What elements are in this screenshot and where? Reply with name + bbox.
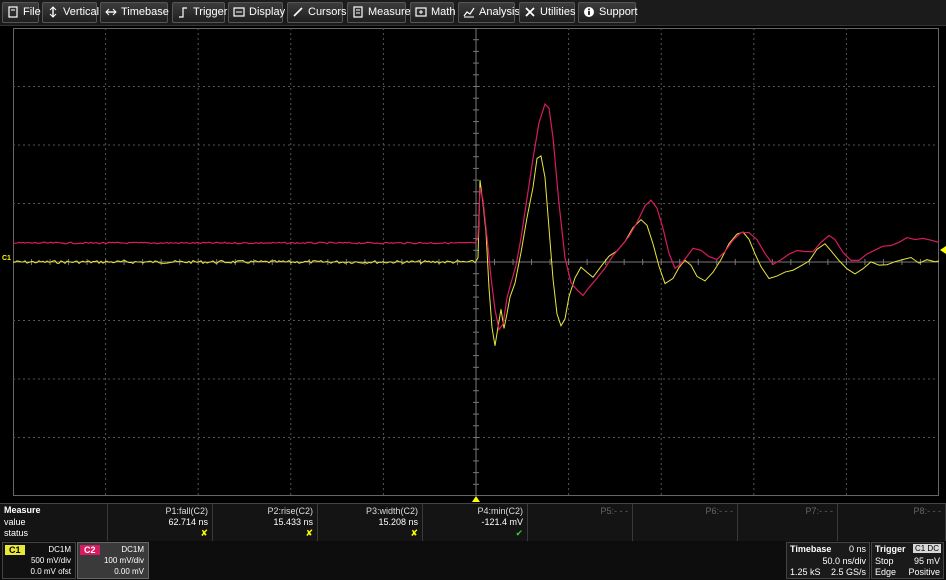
status-warning-icon: ✘ xyxy=(305,528,313,538)
measure-param-name: P5:- - - xyxy=(600,506,628,516)
descriptor-bar: C1 DC1M 500 mV/div 0.0 mV ofst C2 DC1M 1… xyxy=(0,541,946,580)
trigger-slope: Positive xyxy=(908,567,940,577)
measure-param-value: 15.208 ns xyxy=(378,517,418,527)
menu-timebase-label: Timebase xyxy=(121,6,169,18)
menu-file-label: File xyxy=(23,6,41,18)
measure-param-2[interactable]: P2:rise(C2) 15.433 ns ✘ xyxy=(213,504,318,541)
trigger-mode: Stop xyxy=(875,556,894,566)
measure-param-8[interactable]: P8:- - - xyxy=(838,504,946,541)
display-icon xyxy=(233,6,245,18)
measure-param-name: P6:- - - xyxy=(705,506,733,516)
c1-tag: C1 xyxy=(5,545,25,555)
menu-trigger-button[interactable]: Trigger xyxy=(172,2,228,23)
status-warning-icon: ✘ xyxy=(200,528,208,538)
measure-param-1[interactable]: P1:fall(C2) 62.714 ns ✘ xyxy=(108,504,213,541)
status-ok-icon: ✔ xyxy=(515,528,523,538)
math-icon xyxy=(415,6,427,18)
menu-measure-button[interactable]: Measure xyxy=(347,2,411,23)
waveform-grid[interactable] xyxy=(13,28,939,496)
menu-utilities-button[interactable]: Utilities xyxy=(519,2,575,23)
timebase-tdiv: 50.0 ns/div xyxy=(822,556,866,566)
menu-display-label: Display xyxy=(249,6,286,18)
measure-param-name: P1:fall(C2) xyxy=(165,506,208,516)
analysis-icon xyxy=(463,6,475,18)
file-icon xyxy=(7,6,19,18)
measure-param-name: P3:width(C2) xyxy=(365,506,418,516)
trigger-title: Trigger xyxy=(875,544,906,554)
measure-param-name: P8:- - - xyxy=(913,506,941,516)
c2-coupling: DC1M xyxy=(121,545,144,554)
menu-cursors-label: Cursors xyxy=(308,6,347,18)
c2-offset: 0.00 mV xyxy=(114,567,144,576)
measure-param-4[interactable]: P4:min(C2) -121.4 mV ✔ xyxy=(423,504,528,541)
c2-tag: C2 xyxy=(80,545,100,555)
menu-bar: File Vertical Timebase Trigger Display C… xyxy=(0,0,946,26)
measure-param-3[interactable]: P3:width(C2) 15.208 ns ✘ xyxy=(318,504,423,541)
menu-file-button[interactable]: File xyxy=(2,2,41,23)
measure-param-5[interactable]: P5:- - - xyxy=(528,504,633,541)
menu-cursors-button[interactable]: Cursors xyxy=(287,2,347,23)
menu-analysis-button[interactable]: Analysis xyxy=(458,2,520,23)
timebase-descriptor[interactable]: Timebase 0 ns 50.0 ns/div 1.25 kS 2.5 GS… xyxy=(786,542,870,579)
trigger-delay-marker[interactable] xyxy=(472,496,480,502)
menu-display-button[interactable]: Display xyxy=(228,2,286,23)
cursors-icon xyxy=(292,6,304,18)
menu-analysis-label: Analysis xyxy=(479,6,520,18)
c2-descriptor[interactable]: C2 DC1M 100 mV/div 0.00 mV xyxy=(77,542,149,579)
measure-param-6[interactable]: P6:- - - xyxy=(633,504,738,541)
timebase-rate: 2.5 GS/s xyxy=(830,567,866,577)
c1-offset: 0.0 mV ofst xyxy=(30,567,71,576)
c1-vdiv: 500 mV/div xyxy=(30,556,71,565)
trigger-type: Edge xyxy=(875,567,897,577)
measure-param-7[interactable]: P7:- - - xyxy=(738,504,838,541)
c1-descriptor[interactable]: C1 DC1M 500 mV/div 0.0 mV ofst xyxy=(2,542,76,579)
c1-coupling: DC1M xyxy=(48,545,71,554)
support-icon xyxy=(583,6,595,18)
measure-param-value: 62.714 ns xyxy=(168,517,208,527)
menu-support-button[interactable]: Support xyxy=(578,2,638,23)
trigger-level: 95 mV xyxy=(913,556,940,566)
menu-utilities-label: Utilities xyxy=(540,6,576,18)
trigger-icon xyxy=(177,6,189,18)
timebase-title: Timebase xyxy=(790,544,832,554)
menu-math-button[interactable]: Math xyxy=(410,2,456,23)
menu-measure-label: Measure xyxy=(368,6,411,18)
measure-icon xyxy=(352,6,364,18)
trigger-level-marker[interactable] xyxy=(940,246,946,254)
measure-param-name: P7:- - - xyxy=(805,506,833,516)
measure-table: Measure value status P1:fall(C2) 62.714 n… xyxy=(0,503,946,541)
menu-vertical-label: Vertical xyxy=(63,6,100,18)
measure-row-status: status xyxy=(4,528,29,538)
measure-param-value: -121.4 mV xyxy=(481,517,523,527)
menu-support-label: Support xyxy=(599,6,638,18)
c2-vdiv: 100 mV/div xyxy=(103,556,144,565)
menu-trigger-label: Trigger xyxy=(193,6,228,18)
vertical-icon xyxy=(47,6,59,18)
measure-param-value: 15.433 ns xyxy=(273,517,313,527)
timebase-icon xyxy=(105,6,117,18)
grid-svg xyxy=(13,28,939,496)
trigger-descriptor[interactable]: Trigger C1 DC Stop 95 mV Edge Positive xyxy=(871,542,944,579)
timebase-samples: 1.25 kS xyxy=(790,567,821,577)
c1-level-marker[interactable]: C1 xyxy=(2,255,11,262)
measure-title[interactable]: Measure xyxy=(4,505,41,515)
measure-param-name: P4:min(C2) xyxy=(477,506,523,516)
menu-vertical-button[interactable]: Vertical xyxy=(42,2,100,23)
utilities-icon xyxy=(524,6,536,18)
menu-math-label: Math xyxy=(431,6,456,18)
menu-timebase-button[interactable]: Timebase xyxy=(100,2,169,23)
measure-row-value: value xyxy=(4,517,26,527)
timebase-delay: 0 ns xyxy=(848,544,866,554)
status-warning-icon: ✘ xyxy=(410,528,418,538)
measure-label-col: Measure value status xyxy=(0,504,108,541)
trigger-source: C1 DC xyxy=(912,544,941,553)
measure-param-name: P2:rise(C2) xyxy=(267,506,313,516)
